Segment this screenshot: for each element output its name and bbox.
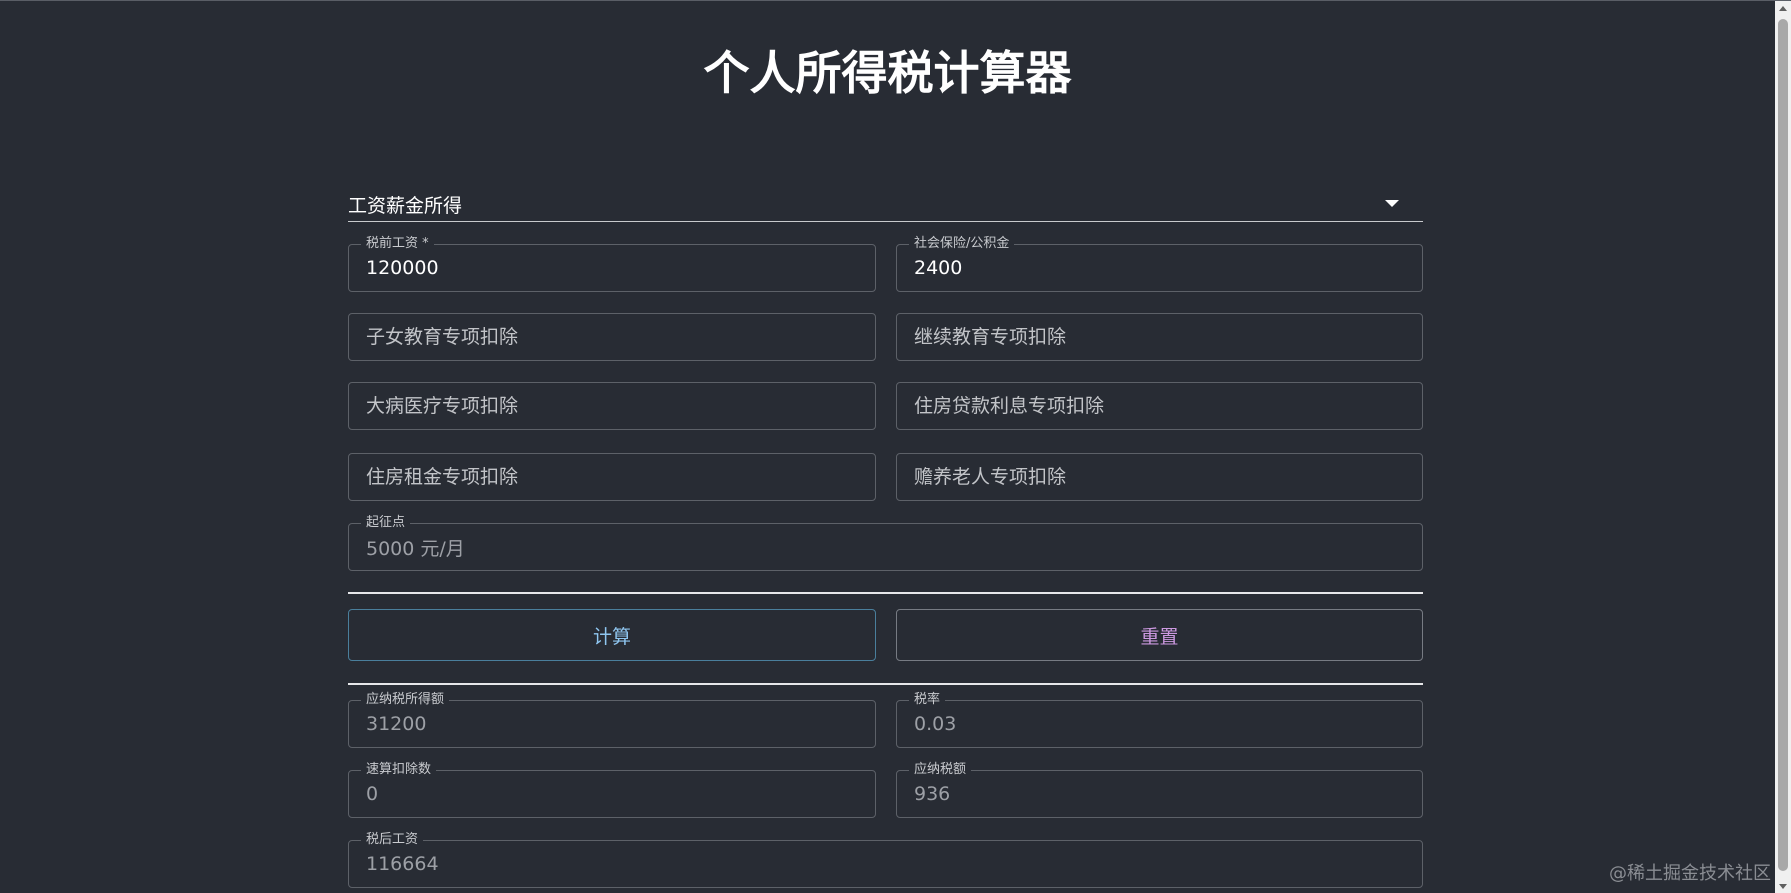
income-type-select[interactable]: 工资薪金所得 — [348, 181, 1423, 222]
after-tax-salary-output — [349, 841, 1422, 887]
social-insurance-input[interactable] — [897, 245, 1422, 291]
housing-loan-interest-field — [896, 382, 1423, 430]
page-title: 个人所得税计算器 — [703, 46, 1072, 100]
tax-rate-field: 税率 — [896, 692, 1423, 748]
child-education-input[interactable] — [349, 314, 875, 360]
housing-rent-field — [348, 453, 876, 501]
quick-deduction-output — [349, 771, 875, 817]
watermark: @稀土掘金技术社区 — [1609, 863, 1771, 884]
divider-top — [348, 592, 1423, 594]
scroll-down-arrow-icon[interactable] — [1779, 884, 1787, 889]
pre-tax-salary-field: 税前工资 * — [348, 236, 876, 292]
threshold-input — [349, 524, 1422, 570]
elderly-support-input[interactable] — [897, 454, 1422, 500]
continuing-education-field — [896, 313, 1423, 361]
elderly-support-field — [896, 453, 1423, 501]
divider-bottom — [348, 683, 1423, 685]
tax-payable-output — [897, 771, 1422, 817]
pre-tax-salary-input[interactable] — [349, 245, 875, 291]
threshold-field: 起征点 — [348, 515, 1423, 571]
continuing-education-input[interactable] — [897, 314, 1422, 360]
reset-button[interactable]: 重置 — [896, 609, 1423, 661]
vertical-scrollbar[interactable] — [1775, 1, 1791, 893]
chevron-down-icon — [1385, 200, 1399, 207]
tax-payable-field: 应纳税额 — [896, 762, 1423, 818]
quick-deduction-field: 速算扣除数 — [348, 762, 876, 818]
social-insurance-field: 社会保险/公积金 — [896, 236, 1423, 292]
after-tax-salary-field: 税后工资 — [348, 832, 1423, 888]
child-education-field — [348, 313, 876, 361]
housing-rent-input[interactable] — [349, 454, 875, 500]
page: 个人所得税计算器 工资薪金所得 税前工资 * 社会保险/公积金 — [0, 0, 1791, 893]
scroll-up-arrow-icon[interactable] — [1779, 6, 1787, 11]
tax-rate-output — [897, 701, 1422, 747]
calculate-button[interactable]: 计算 — [348, 609, 876, 661]
serious-illness-field — [348, 382, 876, 430]
scrollbar-thumb[interactable] — [1778, 19, 1788, 871]
income-type-value: 工资薪金所得 — [348, 195, 463, 217]
taxable-income-output — [349, 701, 875, 747]
serious-illness-input[interactable] — [349, 383, 875, 429]
taxable-income-field: 应纳税所得额 — [348, 692, 876, 748]
housing-loan-interest-input[interactable] — [897, 383, 1422, 429]
